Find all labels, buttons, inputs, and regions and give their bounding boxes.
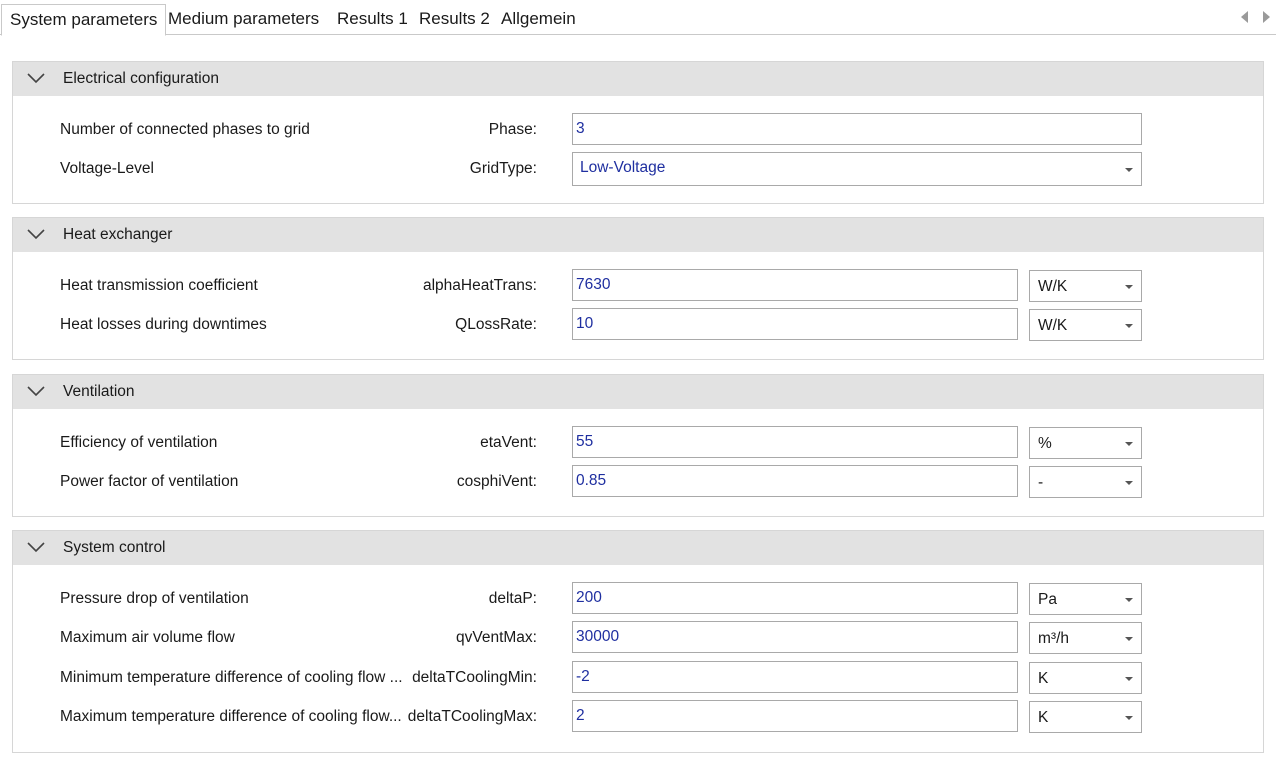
group-title: Ventilation bbox=[63, 383, 135, 400]
chevron-down-icon[interactable] bbox=[26, 227, 46, 241]
tab-results-1[interactable]: Results 1 bbox=[329, 4, 416, 33]
deltap-input[interactable]: 200 bbox=[572, 582, 1018, 614]
group-electrical-configuration: Electrical configuration Number of conne… bbox=[12, 61, 1264, 204]
group-heat-exchanger: Heat exchanger Heat transmission coeffic… bbox=[12, 217, 1264, 360]
group-title: System control bbox=[63, 539, 166, 556]
param-row-cosphivent: Power factor of ventilation cosphiVent: … bbox=[13, 465, 1263, 499]
unit-value: % bbox=[1038, 435, 1052, 452]
param-variable: deltaTCoolingMin: bbox=[412, 669, 537, 686]
group-header[interactable]: Ventilation bbox=[13, 375, 1263, 409]
param-description: Voltage-Level bbox=[60, 160, 154, 177]
unit-value: m³/h bbox=[1038, 630, 1069, 647]
chevron-down-icon bbox=[1125, 481, 1133, 485]
chevron-down-icon[interactable] bbox=[26, 540, 46, 554]
group-title: Heat exchanger bbox=[63, 226, 173, 243]
group-header[interactable]: Electrical configuration bbox=[13, 62, 1263, 96]
group-title: Electrical configuration bbox=[63, 70, 219, 87]
param-description: Minimum temperature difference of coolin… bbox=[60, 669, 403, 686]
deltatcoolingmax-input[interactable]: 2 bbox=[572, 700, 1018, 732]
param-variable: qvVentMax: bbox=[456, 629, 537, 646]
group-ventilation: Ventilation Efficiency of ventilation et… bbox=[12, 374, 1264, 517]
param-description: Heat losses during downtimes bbox=[60, 316, 267, 333]
deltatcoolingmin-input[interactable]: -2 bbox=[572, 661, 1018, 693]
chevron-down-icon[interactable] bbox=[26, 384, 46, 398]
param-row-deltap: Pressure drop of ventilation deltaP: 200… bbox=[13, 582, 1263, 616]
param-description: Pressure drop of ventilation bbox=[60, 590, 249, 607]
chevron-down-icon bbox=[1125, 168, 1133, 172]
alphaheattrans-input[interactable]: 7630 bbox=[572, 269, 1018, 301]
group-header[interactable]: Heat exchanger bbox=[13, 218, 1263, 252]
unit-dropdown[interactable]: - bbox=[1029, 466, 1142, 498]
param-row-gridtype: Voltage-Level GridType: Low-Voltage bbox=[13, 152, 1263, 186]
unit-dropdown[interactable]: W/K bbox=[1029, 309, 1142, 341]
group-system-control: System control Pressure drop of ventilat… bbox=[12, 530, 1264, 753]
unit-dropdown[interactable]: K bbox=[1029, 701, 1142, 733]
chevron-down-icon bbox=[1125, 442, 1133, 446]
chevron-down-icon bbox=[1125, 285, 1133, 289]
qvventmax-input[interactable]: 30000 bbox=[572, 621, 1018, 653]
unit-dropdown[interactable]: % bbox=[1029, 427, 1142, 459]
group-header[interactable]: System control bbox=[13, 531, 1263, 565]
param-variable: QLossRate: bbox=[455, 316, 537, 333]
param-row-deltatcoolingmin: Minimum temperature difference of coolin… bbox=[13, 661, 1263, 695]
tab-bar: System parameters Medium parameters Resu… bbox=[0, 0, 1276, 36]
chevron-down-icon bbox=[1125, 716, 1133, 720]
chevron-down-icon bbox=[1125, 598, 1133, 602]
unit-value: - bbox=[1038, 474, 1044, 491]
chevron-down-icon bbox=[1125, 324, 1133, 328]
param-description: Maximum temperature difference of coolin… bbox=[60, 708, 402, 725]
param-variable: etaVent: bbox=[480, 434, 537, 451]
chevron-down-icon bbox=[1125, 677, 1133, 681]
param-row-deltatcoolingmax: Maximum temperature difference of coolin… bbox=[13, 700, 1263, 734]
param-variable: GridType: bbox=[469, 160, 537, 177]
param-row-alphaheattrans: Heat transmission coefficient alphaHeatT… bbox=[13, 269, 1263, 303]
qlossrate-input[interactable]: 10 bbox=[572, 308, 1018, 340]
unit-dropdown[interactable]: K bbox=[1029, 662, 1142, 694]
param-row-phase: Number of connected phases to grid Phase… bbox=[13, 113, 1263, 147]
param-row-etavent: Efficiency of ventilation etaVent: 55 % bbox=[13, 426, 1263, 460]
param-description: Power factor of ventilation bbox=[60, 473, 239, 490]
param-variable: deltaTCoolingMax: bbox=[407, 708, 537, 725]
unit-value: Pa bbox=[1038, 591, 1057, 608]
param-variable: alphaHeatTrans: bbox=[422, 277, 537, 294]
chevron-down-icon[interactable] bbox=[26, 71, 46, 85]
chevron-down-icon bbox=[1125, 637, 1133, 641]
tab-results-2[interactable]: Results 2 bbox=[411, 4, 498, 33]
unit-dropdown[interactable]: W/K bbox=[1029, 270, 1142, 302]
param-variable: cosphiVent: bbox=[456, 473, 537, 490]
etavent-input[interactable]: 55 bbox=[572, 426, 1018, 458]
scroll-left-icon[interactable] bbox=[1241, 11, 1248, 23]
unit-dropdown[interactable]: m³/h bbox=[1029, 622, 1142, 654]
scroll-right-icon[interactable] bbox=[1263, 11, 1270, 23]
gridtype-value: Low-Voltage bbox=[580, 159, 666, 176]
param-description: Heat transmission coefficient bbox=[60, 277, 258, 294]
tab-medium-parameters[interactable]: Medium parameters bbox=[160, 4, 327, 33]
cosphivent-input[interactable]: 0.85 bbox=[572, 465, 1018, 497]
param-row-qlossrate: Heat losses during downtimes QLossRate: … bbox=[13, 308, 1263, 342]
param-description: Number of connected phases to grid bbox=[60, 121, 310, 138]
gridtype-dropdown[interactable]: Low-Voltage bbox=[572, 152, 1142, 186]
unit-value: K bbox=[1038, 670, 1049, 687]
param-variable: Phase: bbox=[488, 121, 537, 138]
unit-value: W/K bbox=[1038, 278, 1068, 295]
tab-system-parameters[interactable]: System parameters bbox=[1, 4, 167, 36]
tab-allgemein[interactable]: Allgemein bbox=[493, 4, 584, 33]
param-description: Efficiency of ventilation bbox=[60, 434, 218, 451]
param-description: Maximum air volume flow bbox=[60, 629, 235, 646]
param-row-qvventmax: Maximum air volume flow qvVentMax: 30000… bbox=[13, 621, 1263, 655]
unit-value: W/K bbox=[1038, 317, 1068, 334]
phase-input[interactable]: 3 bbox=[572, 113, 1142, 145]
param-variable: deltaP: bbox=[488, 590, 537, 607]
unit-value: K bbox=[1038, 709, 1049, 726]
unit-dropdown[interactable]: Pa bbox=[1029, 583, 1142, 615]
